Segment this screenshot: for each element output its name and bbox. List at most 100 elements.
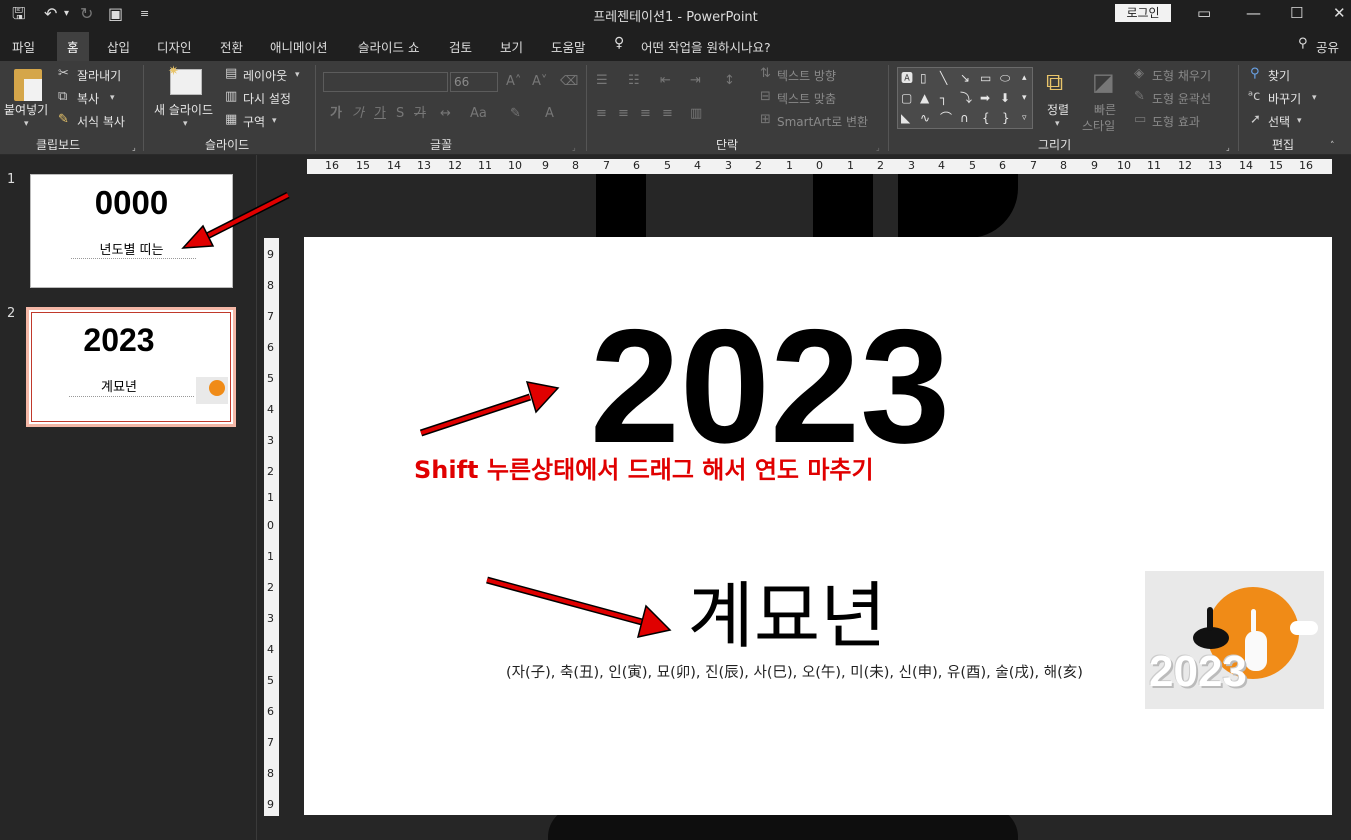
section-button[interactable]: 구역 [243, 113, 265, 130]
maximize-icon[interactable]: ☐ [1290, 2, 1303, 24]
font-name-combo[interactable] [323, 72, 448, 92]
triangle-shape-icon[interactable]: ▲ [920, 91, 929, 105]
vertical-textbox-icon[interactable]: ▯ [920, 71, 927, 85]
copy-dropdown-icon[interactable]: ▾ [110, 91, 115, 105]
select-dropdown-icon[interactable]: ▾ [1297, 114, 1302, 128]
scribble-icon[interactable]: ∿ [920, 111, 930, 125]
freeform-icon[interactable]: ◣ [901, 111, 910, 125]
align-text-button[interactable]: 텍스트 맞춤 [777, 90, 836, 107]
shrink-font-icon[interactable]: A˅ [532, 75, 547, 89]
text-direction-button[interactable]: 텍스트 방향 [777, 67, 836, 84]
ribbon-display-icon[interactable]: ▭ [1197, 2, 1211, 24]
right-brace-icon[interactable]: } [1002, 111, 1010, 125]
grow-font-icon[interactable]: A˄ [506, 75, 521, 89]
quick-styles-label-1[interactable]: 빠른 [1094, 101, 1116, 118]
tab-slideshow[interactable]: 슬라이드 쇼 [358, 37, 419, 56]
tell-me-search[interactable]: 어떤 작업을 원하시나요? [641, 37, 771, 56]
drawing-launcher-icon[interactable]: ⌟ [1226, 141, 1230, 155]
underline-icon[interactable]: 가 [374, 107, 386, 121]
zodiac-list[interactable]: (자(子), 축(丑), 인(寅), 묘(卯), 진(辰), 사(巳), 오(午… [506, 661, 1083, 682]
curve-icon[interactable]: ∩ [960, 111, 969, 125]
spacing-icon[interactable]: ↔ [440, 107, 451, 121]
replace-button[interactable]: 바꾸기 [1268, 90, 1301, 107]
gallery-down-icon[interactable]: ▾ [1022, 91, 1027, 105]
shape-effects-button[interactable]: 도형 효과 [1152, 113, 1200, 130]
arrow-line-icon[interactable]: ↘ [960, 71, 970, 85]
elbow-arrow-icon[interactable]: ⤵ [960, 91, 972, 105]
gallery-up-icon[interactable]: ▴ [1022, 71, 1027, 85]
paragraph-launcher-icon[interactable]: ⌟ [876, 141, 880, 155]
down-arrow-icon[interactable]: ⬇ [1000, 91, 1010, 105]
current-slide[interactable]: 2023 Shift 누른상태에서 드래그 해서 연도 마추기 계묘년 (자(子… [304, 237, 1332, 815]
paste-dropdown-icon[interactable]: ▾ [24, 117, 29, 131]
line-shape-icon[interactable]: ╲ [940, 71, 947, 85]
align-center-icon[interactable]: ≡ [618, 107, 629, 121]
close-icon[interactable]: ✕ [1333, 2, 1346, 24]
arrange-dropdown-icon[interactable]: ▾ [1055, 117, 1060, 131]
select-button[interactable]: 선택 [1268, 113, 1290, 130]
tab-view[interactable]: 보기 [500, 37, 523, 56]
tab-animations[interactable]: 애니메이션 [270, 37, 328, 56]
rectangle-shape-icon[interactable]: ▭ [980, 71, 991, 85]
decrease-indent-icon[interactable]: ⇤ [660, 74, 671, 88]
increase-indent-icon[interactable]: ⇥ [690, 74, 701, 88]
quick-styles-label-2[interactable]: 스타일 [1082, 117, 1115, 134]
tab-design[interactable]: 디자인 [157, 37, 192, 56]
share-button[interactable]: 공유 [1316, 37, 1339, 56]
replace-dropdown-icon[interactable]: ▾ [1312, 91, 1317, 105]
shapes-gallery[interactable]: 🅰 ▯ ╲ ↘ ▭ ⬭ ▢ ▲ ┐ ⤵ ➡ ⬇ ◣ ∿ ⌒ ∩ { } ▴ ▾ … [897, 67, 1033, 129]
right-arrow-icon[interactable]: ➡ [980, 91, 990, 105]
rounded-rect-icon[interactable]: ▢ [901, 91, 912, 105]
strikethrough-icon[interactable]: 가 [414, 107, 426, 121]
shape-fill-button[interactable]: 도형 채우기 [1152, 67, 1211, 84]
numbering-icon[interactable]: ☷ [628, 74, 640, 88]
layout-button[interactable]: 레이아웃 [243, 67, 287, 84]
font-launcher-icon[interactable]: ⌟ [572, 141, 576, 155]
highlight-icon[interactable]: ✎ [510, 107, 521, 121]
tab-file[interactable]: 파일 [12, 37, 35, 56]
collapse-ribbon-icon[interactable]: ˄ [1330, 139, 1335, 153]
gallery-more-icon[interactable]: ▿ [1022, 111, 1027, 125]
align-right-icon[interactable]: ≡ [640, 107, 651, 121]
align-left-icon[interactable]: ≡ [596, 107, 607, 121]
smartart-button[interactable]: SmartArt로 변환 [777, 113, 868, 130]
bullets-icon[interactable]: ☰ [596, 74, 608, 88]
italic-icon[interactable]: 가 [352, 107, 364, 121]
paste-button[interactable]: 붙여넣기 [4, 101, 48, 118]
vertical-ruler[interactable]: 9 8 7 6 5 4 3 2 1 0 1 2 3 4 5 6 7 8 9 [264, 238, 279, 816]
slide-thumbnail-2-selected[interactable]: 2023 계묘년 [26, 307, 236, 427]
textbox-shape-icon[interactable]: 🅰 [901, 71, 913, 85]
tab-transitions[interactable]: 전환 [220, 37, 243, 56]
clipboard-launcher-icon[interactable]: ⌟ [132, 141, 136, 155]
reset-button[interactable]: 다시 설정 [243, 90, 291, 107]
slide-thumbnail-1[interactable]: 0000 년도별 띠는 [30, 174, 233, 288]
find-button[interactable]: 찾기 [1268, 67, 1290, 84]
slide-year-text[interactable]: 2023 [304, 299, 1332, 474]
tab-help[interactable]: 도움말 [551, 37, 586, 56]
tab-review[interactable]: 검토 [449, 37, 472, 56]
horizontal-ruler[interactable]: 16 15 14 13 12 11 10 9 8 7 6 5 4 3 2 1 0… [307, 159, 1332, 174]
format-painter-button[interactable]: 서식 복사 [77, 113, 125, 130]
minimize-icon[interactable]: — [1246, 2, 1261, 24]
columns-icon[interactable]: ▥ [690, 107, 702, 121]
cut-button[interactable]: 잘라내기 [77, 67, 121, 84]
shape-outline-button[interactable]: 도형 윤곽선 [1152, 90, 1211, 107]
line-spacing-icon[interactable]: ↕ [724, 74, 735, 88]
tab-insert[interactable]: 삽입 [107, 37, 130, 56]
copy-button[interactable]: 복사 [77, 90, 99, 107]
section-dropdown-icon[interactable]: ▾ [272, 114, 277, 128]
rabbit-2023-picture[interactable]: 2023 [1145, 571, 1324, 709]
oval-shape-icon[interactable]: ⬭ [1000, 71, 1010, 85]
paste-icon[interactable] [14, 69, 42, 101]
clear-format-icon[interactable]: ⌫ [560, 75, 578, 89]
new-slide-dropdown-icon[interactable]: ▾ [183, 117, 188, 131]
bold-icon[interactable]: 가 [330, 107, 342, 121]
layout-dropdown-icon[interactable]: ▾ [295, 68, 300, 82]
new-slide-button[interactable]: 새 슬라이드 [154, 101, 213, 118]
arc-icon[interactable]: ⌒ [940, 111, 952, 125]
elbow-connector-icon[interactable]: ┐ [940, 91, 947, 105]
left-brace-icon[interactable]: { [982, 111, 990, 125]
font-color-icon[interactable]: A [545, 107, 554, 121]
shadow-icon[interactable]: S [396, 107, 404, 121]
arrange-button[interactable]: 정렬 [1047, 101, 1069, 118]
